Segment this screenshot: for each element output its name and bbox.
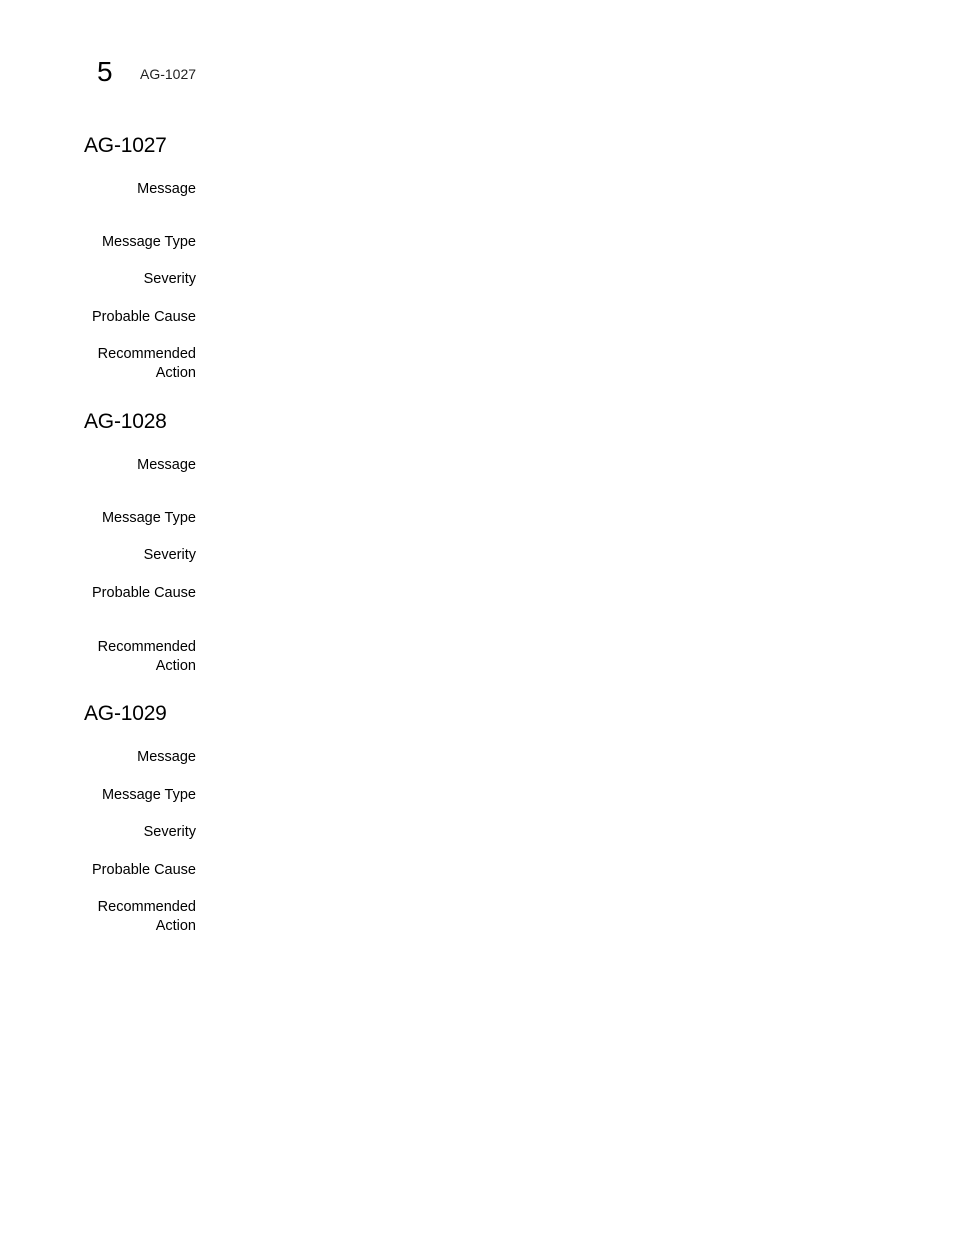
field-label-message-type: Message Type bbox=[101, 234, 196, 250]
chapter-number: 5 bbox=[97, 56, 113, 87]
label-line: Recommended bbox=[97, 639, 196, 655]
label-line: Action bbox=[155, 658, 196, 674]
label-line: Action bbox=[155, 918, 196, 934]
label-line: Recommended bbox=[97, 346, 196, 362]
message-section-ag-1029: AG-1029 Message Message Type Severity Pr… bbox=[84, 701, 884, 934]
running-title: AG-1027 bbox=[140, 66, 197, 82]
field-label-message: Message bbox=[137, 749, 196, 765]
field-label-probable-cause: Probable Cause bbox=[92, 862, 196, 878]
field-label-message: Message bbox=[137, 181, 196, 197]
field-label-severity: Severity bbox=[143, 824, 196, 840]
field-label-probable-cause: Probable Cause bbox=[92, 309, 196, 325]
message-section-ag-1028: AG-1028 Message Message Type Severity Pr… bbox=[84, 409, 884, 674]
field-label-recommended-action: Recommended Action bbox=[84, 898, 196, 936]
message-section-ag-1027: AG-1027 Message Message Type Severity Pr… bbox=[84, 133, 884, 381]
label-line: Recommended bbox=[97, 899, 196, 915]
field-label-message: Message bbox=[137, 457, 196, 473]
field-label-message-type: Message Type bbox=[101, 510, 196, 526]
field-label-severity: Severity bbox=[143, 547, 196, 563]
field-label-severity: Severity bbox=[143, 271, 196, 287]
section-title: AG-1027 bbox=[84, 134, 167, 157]
section-title: AG-1029 bbox=[84, 702, 167, 725]
field-label-recommended-action: Recommended Action bbox=[84, 345, 196, 383]
field-label-probable-cause: Probable Cause bbox=[92, 585, 196, 601]
label-line: Action bbox=[155, 365, 196, 381]
field-label-recommended-action: Recommended Action bbox=[84, 638, 196, 676]
section-title: AG-1028 bbox=[84, 410, 167, 433]
field-label-message-type: Message Type bbox=[101, 787, 196, 803]
